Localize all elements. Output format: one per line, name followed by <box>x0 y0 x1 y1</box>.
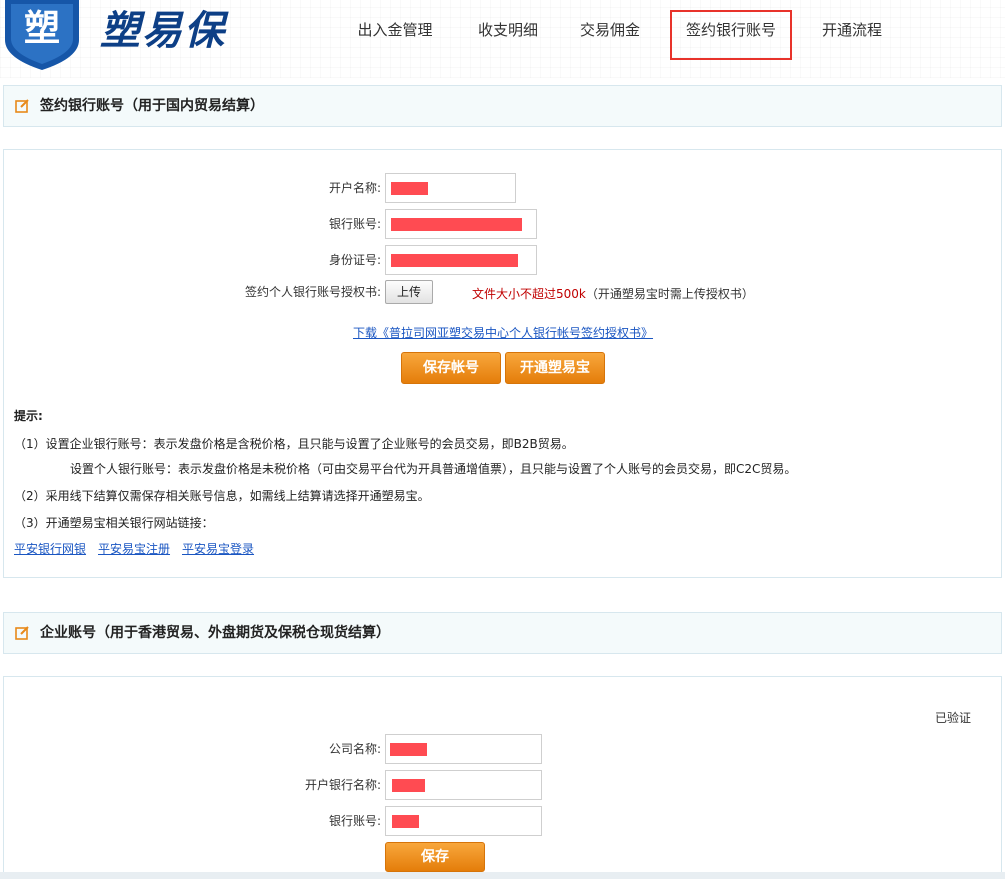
tip-line-1: （1）设置企业银行账号：表示发盘价格是含税价格，且只能与设置了企业账号的会员交易… <box>14 437 574 451</box>
logo-shield-icon: 塑 <box>5 0 79 70</box>
redacted-value <box>391 218 522 231</box>
nav-commission[interactable]: 交易佣金 <box>575 10 645 60</box>
section-title-company: 企业账号（用于香港贸易、外盘期货及保税仓现货结算） <box>3 612 1002 654</box>
nav-bank-account[interactable]: 签约银行账号 <box>670 10 792 60</box>
bank-name-label: 开户银行名称: <box>304 778 381 792</box>
save-account-button[interactable]: 保存帐号 <box>401 352 501 384</box>
company-name-label: 公司名称: <box>328 742 381 756</box>
company-account-panel: 已验证 公司名称: 开户银行名称: 银行账号: 保存 <box>3 676 1002 879</box>
nav-open-process[interactable]: 开通流程 <box>817 10 887 60</box>
tip-line-2: 设置个人银行账号：表示发盘价格是未税价格（可由交易平台代为开具普通增值票），且只… <box>70 462 797 476</box>
redacted-value <box>392 815 419 828</box>
redacted-value <box>391 182 428 195</box>
bank-account-input[interactable] <box>385 209 537 239</box>
id-number-input[interactable] <box>385 245 537 275</box>
size-limit-text: 文件大小不超过500k <box>472 287 586 301</box>
tip-line-3: （2）采用线下结算仅需保存相关账号信息，如需线上结算请选择开通塑易宝。 <box>14 489 430 503</box>
nav-income-expense[interactable]: 收支明细 <box>468 10 548 60</box>
pingan-yibao-login-link[interactable]: 平安易宝登录 <box>182 540 254 557</box>
bottom-scrollbar[interactable] <box>0 872 1005 879</box>
redacted-value <box>391 254 518 267</box>
section-title-bank: 签约银行账号（用于国内贸易结算） <box>3 85 1002 127</box>
redacted-value <box>392 779 425 792</box>
size-note-text: （开通塑易宝时需上传授权书） <box>585 287 754 301</box>
verified-status: 已验证 <box>934 711 971 725</box>
bank-account-label: 银行账号: <box>328 217 381 231</box>
open-suyibao-button[interactable]: 开通塑易宝 <box>505 352 605 384</box>
download-auth-letter-link[interactable]: 下载《普拉司网亚塑交易中心个人银行帐号签约授权书》 <box>353 324 653 341</box>
company-bank-account-input[interactable] <box>385 806 542 836</box>
pingan-netbank-link[interactable]: 平安银行网银 <box>14 540 86 557</box>
auth-letter-label: 签约个人银行账号授权书: <box>244 285 381 299</box>
page-header: 塑 塑易保 出入金管理 收支明细 交易佣金 签约银行账号 开通流程 <box>0 0 1005 78</box>
id-number-label: 身份证号: <box>328 253 381 267</box>
bank-account-panel: 开户名称: 银行账号: 身份证号: 签约个人银行账号授权书: 上传 文件大小不超… <box>3 149 1002 578</box>
upload-button[interactable]: 上传 <box>385 280 433 304</box>
save-company-button[interactable]: 保存 <box>385 842 485 872</box>
tip-line-4: （3）开通塑易宝相关银行网站链接： <box>14 516 214 530</box>
section-title-text: 企业账号（用于香港贸易、外盘期货及保税仓现货结算） <box>40 625 390 641</box>
redacted-value <box>390 743 427 756</box>
account-name-input[interactable] <box>385 173 516 203</box>
bank-name-input[interactable] <box>385 770 542 800</box>
account-name-label: 开户名称: <box>328 181 381 195</box>
company-bank-account-label: 银行账号: <box>328 814 381 828</box>
nav-deposit-withdraw[interactable]: 出入金管理 <box>350 10 440 60</box>
edit-icon <box>15 99 29 113</box>
pingan-yibao-register-link[interactable]: 平安易宝注册 <box>98 540 170 557</box>
company-name-input[interactable] <box>385 734 542 764</box>
logo-text: 塑易保 <box>100 7 226 54</box>
size-note: 文件大小不超过500k（开通塑易宝时需上传授权书） <box>472 285 754 302</box>
edit-icon <box>15 626 29 640</box>
section-title-text: 签约银行账号（用于国内贸易结算） <box>40 98 264 114</box>
tips-title: 提示: <box>14 409 43 423</box>
logo-char: 塑 <box>24 8 60 49</box>
